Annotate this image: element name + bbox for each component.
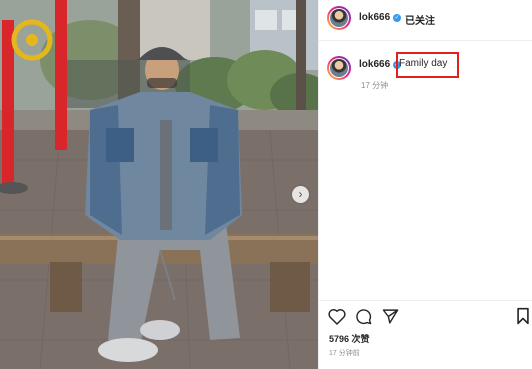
paper-plane-icon[interactable] [382, 308, 399, 325]
following-button[interactable]: 已关注 [405, 12, 435, 27]
verified-badge-icon: ✓ [393, 14, 401, 22]
post-photo[interactable]: › [0, 0, 318, 369]
photo-illustration [0, 0, 318, 369]
instagram-post-view: › lok666 ✓ 已关注 lok666 ✓ Family day 17 分钟 [0, 0, 532, 369]
likes-count[interactable]: 5796 次赞 [329, 332, 370, 345]
caption-time: 17 分钟 [361, 81, 389, 90]
heart-icon[interactable] [328, 308, 346, 325]
avatar[interactable] [327, 6, 351, 30]
highlight-box [396, 52, 459, 78]
post-timestamp: 17 分钟前 [329, 350, 360, 357]
bookmark-icon[interactable] [516, 307, 530, 325]
post-header: lok666 ✓ 已关注 [319, 0, 532, 41]
caption-username[interactable]: lok666 [359, 59, 390, 70]
chevron-right-icon: › [298, 187, 303, 201]
post-side-panel: lok666 ✓ 已关注 lok666 ✓ Family day 17 分钟 5… [318, 0, 532, 369]
next-photo-button[interactable]: › [292, 186, 309, 203]
caption-avatar[interactable] [327, 56, 351, 80]
header-username[interactable]: lok666 [359, 12, 390, 23]
comment-icon[interactable] [355, 308, 372, 325]
